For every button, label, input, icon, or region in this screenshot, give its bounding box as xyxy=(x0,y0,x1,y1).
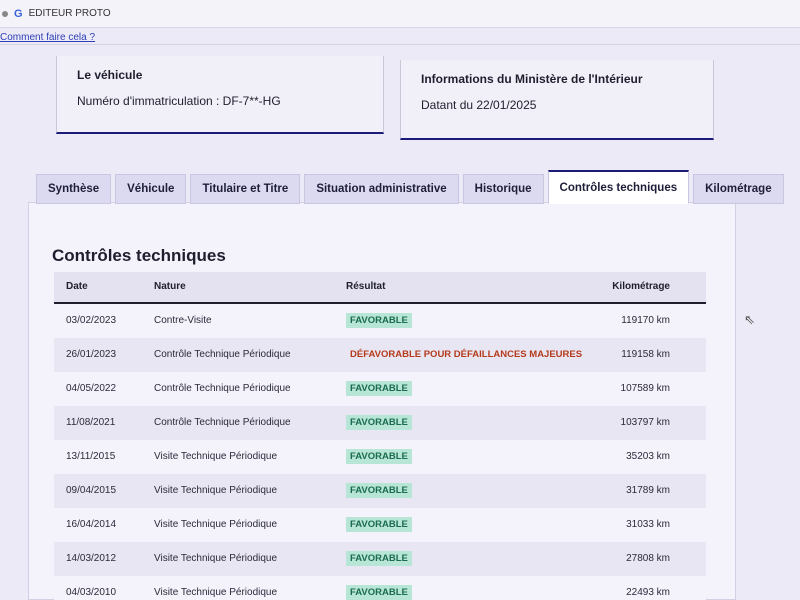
row-km: 107589 km xyxy=(620,383,670,394)
table-row: 03/02/2023 Contre-Visite FAVORABLE 119170 k… xyxy=(54,304,706,338)
row-km: 31033 km xyxy=(626,519,670,530)
header-date: Date xyxy=(66,281,88,292)
table-row: 11/08/2021 Contrôle Technique Périodique F… xyxy=(54,406,706,440)
row-km: 103797 km xyxy=(620,417,670,428)
row-date: 09/04/2015 xyxy=(66,485,117,496)
table-body: 03/02/2023 Contre-Visite FAVORABLE 119170 k… xyxy=(54,304,706,600)
row-date: 04/03/2010 xyxy=(66,587,117,598)
plate-number: Numéro d'immatriculation : DF-7**-HG xyxy=(77,94,281,108)
vehicle-card-title: Le véhicule xyxy=(77,68,143,82)
row-date: 04/05/2022 xyxy=(66,383,117,394)
row-nature: Visite Technique Périodique xyxy=(154,451,278,462)
inspections-table: Date Nature Résultat Kilométrage 03/02/2… xyxy=(54,272,706,600)
row-nature: Contre-Visite xyxy=(154,315,212,326)
status-badge-favorable: FAVORABLE xyxy=(346,551,412,566)
vehicle-card: Le véhicule Numéro d'immatriculation : D… xyxy=(56,56,384,134)
status-badge-favorable: FAVORABLE xyxy=(346,517,412,532)
ministry-card: Informations du Ministère de l'Intérieur… xyxy=(400,60,714,140)
tab-vehicule[interactable]: Véhicule xyxy=(115,174,187,204)
header-km: Kilométrage xyxy=(612,281,670,292)
row-date: 14/03/2012 xyxy=(66,553,117,564)
row-date: 16/04/2014 xyxy=(66,519,117,530)
tab-bar: Synthèse Véhicule Titulaire et Titre Sit… xyxy=(36,170,784,204)
row-km: 35203 km xyxy=(626,451,670,462)
tab-historique[interactable]: Historique xyxy=(462,174,544,204)
row-km: 22493 km xyxy=(626,587,670,598)
tab-situation-administrative[interactable]: Situation administrative xyxy=(304,174,459,204)
section-title: Contrôles techniques xyxy=(52,246,226,265)
row-date: 03/02/2023 xyxy=(66,315,117,326)
header-nature: Nature xyxy=(154,281,186,292)
browser-menu-icon[interactable] xyxy=(2,10,8,17)
status-badge-favorable: FAVORABLE xyxy=(346,483,412,498)
row-nature: Contrôle Technique Périodique xyxy=(154,349,291,360)
mouse-cursor-icon: ⇖ xyxy=(744,312,755,327)
status-badge-favorable: FAVORABLE xyxy=(346,585,412,600)
status-badge-favorable: FAVORABLE xyxy=(346,449,412,464)
status-badge-favorable: FAVORABLE xyxy=(346,415,412,430)
table-row: 04/03/2010 Visite Technique Périodique FAV… xyxy=(54,576,706,600)
table-row: 09/04/2015 Visite Technique Périodique FAV… xyxy=(54,474,706,508)
row-date: 13/11/2015 xyxy=(66,451,116,462)
row-nature: Visite Technique Périodique xyxy=(154,587,278,598)
table-header: Date Nature Résultat Kilométrage xyxy=(54,272,706,304)
header-result: Résultat xyxy=(346,281,386,292)
browser-tab-title[interactable]: EDITEUR PROTO xyxy=(29,8,111,19)
table-row: 13/11/2015 Visite Technique Périodique FAV… xyxy=(54,440,706,474)
ministry-date: Datant du 22/01/2025 xyxy=(421,98,537,112)
row-km: 31789 km xyxy=(626,485,670,496)
help-link[interactable]: Comment faire cela ? xyxy=(0,32,95,43)
row-km: 119158 km xyxy=(621,349,670,360)
google-icon: G xyxy=(14,7,23,20)
row-nature: Contrôle Technique Périodique xyxy=(154,417,291,428)
tab-titulaire[interactable]: Titulaire et Titre xyxy=(190,174,301,204)
row-date: 11/08/2021 xyxy=(66,417,116,428)
row-nature: Visite Technique Périodique xyxy=(154,553,278,564)
tab-controles-techniques[interactable]: Contrôles techniques xyxy=(547,170,690,204)
table-row: 04/05/2022 Contrôle Technique Périodique F… xyxy=(54,372,706,406)
status-badge-favorable: FAVORABLE xyxy=(346,313,412,328)
table-row: 26/01/2023 Contrôle Technique Périodique D… xyxy=(54,338,706,372)
table-row: 14/03/2012 Visite Technique Périodique FAV… xyxy=(54,542,706,576)
tab-kilometrage[interactable]: Kilométrage xyxy=(693,174,784,204)
tab-synthese[interactable]: Synthèse xyxy=(36,174,112,204)
row-km: 119170 km xyxy=(621,315,670,326)
row-nature: Visite Technique Périodique xyxy=(154,485,278,496)
table-row: 16/04/2014 Visite Technique Périodique FAV… xyxy=(54,508,706,542)
status-badge-favorable: FAVORABLE xyxy=(346,381,412,396)
row-nature: Contrôle Technique Périodique xyxy=(154,383,291,394)
ministry-card-title: Informations du Ministère de l'Intérieur xyxy=(421,72,643,86)
status-badge-defavorable: DÉFAVORABLE POUR DÉFAILLANCES MAJEURES xyxy=(350,349,583,360)
header-divider xyxy=(0,44,800,45)
row-nature: Visite Technique Périodique xyxy=(154,519,278,530)
row-date: 26/01/2023 xyxy=(66,349,117,360)
row-km: 27808 km xyxy=(626,553,670,564)
browser-bar: G EDITEUR PROTO xyxy=(0,0,800,28)
